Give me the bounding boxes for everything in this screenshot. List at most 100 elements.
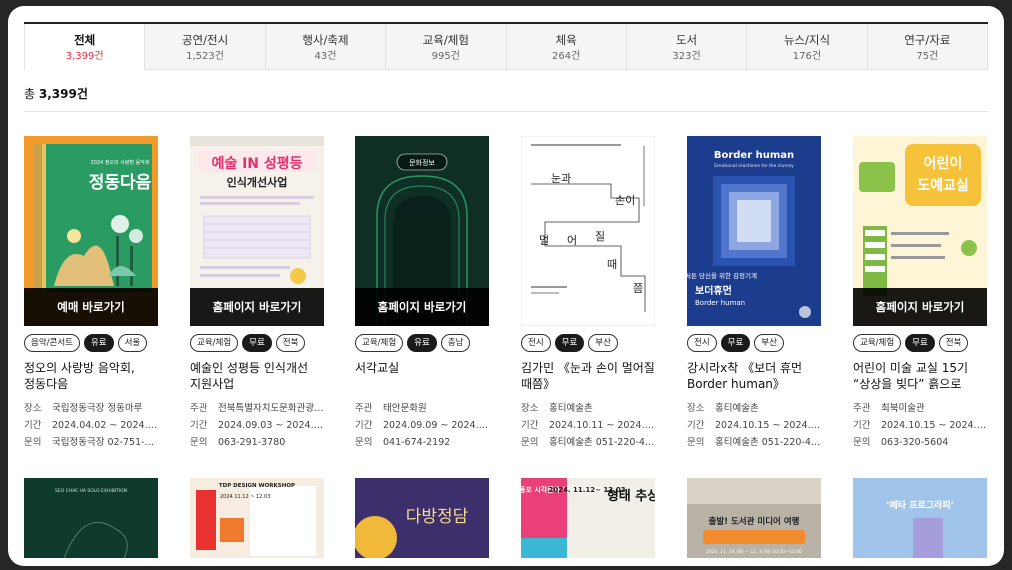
event-poster[interactable]: ‘메타 프로그라피’ [853, 478, 987, 558]
event-poster[interactable]: 2024 정오의 사랑방 음악회 정동다음 예매 바로가기 [24, 136, 158, 326]
homepage-button[interactable]: 홈페이지 바로가기 [853, 288, 987, 326]
meta-key: 문의 [853, 437, 871, 448]
poster-title: SEO CHAE HA SOLO EXHIBITION [55, 488, 127, 494]
event-meta: 장소 홍티예술촌 기간 2024.10.15 ~ 2024.12.03 문의 홍티예술… [687, 400, 822, 451]
price-tag: 무료 [905, 334, 935, 352]
event-card[interactable]: 문화정보 홈페이지 바로가기 교육/체험 유료 충남 서각교실 주관 태안문화원 … [355, 136, 490, 451]
tab-count: 264건 [552, 51, 581, 62]
tab-performance-exhibition[interactable]: 공연/전시 1,523건 [145, 24, 266, 70]
poster-image: 문화도시 영동포 시각문화 디자인 워크숍 2024. 11.12~ 12.03… [521, 478, 655, 558]
homepage-button[interactable]: 홈페이지 바로가기 [355, 288, 489, 326]
event-poster[interactable]: 출발! 도서관 미디어 여행 2024. 11. 19.(화) ~ 12. 3.… [687, 478, 821, 558]
tab-count: 3,399건 [65, 51, 104, 62]
page-content: 전체 3,399건 공연/전시 1,523건 행사/축제 43건 교육/체험 9… [24, 6, 988, 558]
poster-text-layer: 눈과 손이 멀 어 질 때 쯤 [539, 172, 643, 295]
meta-row: 주관 전북특별자치도문화관광재단 [190, 400, 325, 417]
tab-books[interactable]: 도서 323건 [626, 24, 748, 70]
event-title[interactable]: 정오의 사랑방 음악회, 정동다음 [24, 360, 159, 392]
meta-key: 기간 [853, 420, 871, 431]
tab-event-festival[interactable]: 행사/축제 43건 [265, 24, 387, 70]
event-title[interactable]: 강시라x착 《보더 휴먼 Border human》 [687, 360, 822, 392]
tag-list: 교육/체험 무료 전북 [190, 334, 325, 352]
poster-text-layer: Border human Emotional machines for the … [687, 150, 794, 307]
price-tag: 무료 [242, 334, 272, 352]
meta-row: 기간 2024.10.15 ~ 2024.12.03 [687, 417, 822, 434]
meta-value: 2024.09.03 ~ 2024.12.03 [218, 420, 325, 431]
event-poster[interactable]: SEO CHAE HA SOLO EXHIBITION [24, 478, 158, 558]
poster-image: SEO CHAE HA SOLO EXHIBITION [24, 478, 158, 558]
meta-row: 주관 최북미술관 [853, 400, 988, 417]
total-prefix: 총 [24, 87, 36, 101]
tab-education-experience[interactable]: 교육/체험 995건 [386, 24, 507, 70]
meta-row: 문의 홍티예술촌 051-220-4919 [521, 434, 656, 451]
meta-value: 2024.04.02 ~ 2024.12.03 [52, 420, 159, 431]
event-poster[interactable]: Border human Emotional machines for the … [687, 136, 821, 326]
poster-title: 예술 IN 성평등 [211, 155, 302, 172]
tab-all[interactable]: 전체 3,399건 [24, 24, 146, 70]
category-tabs: 전체 3,399건 공연/전시 1,523건 행사/축제 43건 교육/체험 9… [24, 22, 988, 70]
event-card[interactable]: 눈과 손이 멀 어 질 때 쯤 전시 무료 부산 김가민 《눈과 손이 멀어질 … [521, 136, 656, 451]
meta-row: 문의 063-291-3780 [190, 434, 325, 451]
price-tag: 무료 [720, 334, 751, 352]
meta-value: 국립정동극장 02-751-1500 [52, 437, 159, 448]
event-title[interactable]: 김가민 《눈과 손이 멀어질 때쯤》 [521, 360, 656, 392]
meta-key: 문의 [687, 437, 705, 448]
poster-subtitle: Emotional machines for the clumsy [714, 163, 794, 169]
event-card[interactable]: 예술 IN 성평등 인식개선사업 홈페이지 바로가기 교육/체험 무료 전북 예… [190, 136, 325, 451]
poster-word: 멀 [539, 234, 549, 247]
tab-sports[interactable]: 체육 264건 [506, 24, 627, 70]
meta-key: 주관 [355, 403, 373, 414]
homepage-button[interactable]: 홈페이지 바로가기 [190, 288, 324, 326]
event-poster[interactable]: 문화도시 영동포 시각문화 디자인 워크숍 2024. 11.12~ 12.03… [521, 478, 655, 558]
tab-research-materials[interactable]: 연구/자료 75건 [867, 24, 988, 70]
region-tag: 전북 [938, 334, 969, 352]
browser-frame: 전체 3,399건 공연/전시 1,523건 행사/축제 43건 교육/체험 9… [8, 6, 1004, 566]
tag-list: 교육/체험 무료 전북 [853, 334, 988, 352]
meta-row: 기간 2024.09.03 ~ 2024.12.03 [190, 417, 325, 434]
poster-subtitle: 2024 정오의 사랑방 음악회 [91, 159, 150, 166]
meta-row: 기간 2024.10.11 ~ 2024.12.03 [521, 417, 656, 434]
meta-value: 태안문화원 [383, 403, 427, 414]
event-title[interactable]: 어린이 미술 교실 15기 “상상을 빚다” 흙으로 만나는 세상 [853, 360, 988, 392]
event-poster[interactable]: 다방정담 [355, 478, 489, 558]
event-meta: 주관 최북미술관 기간 2024.10.15 ~ 2024.12.03 문의 063-… [853, 400, 988, 451]
category-tag: 교육/체험 [190, 334, 239, 352]
tag-list: 교육/체험 유료 충남 [355, 334, 490, 352]
region-tag: 전북 [275, 334, 306, 352]
event-poster[interactable]: 어린이 도예교실 홈페이지 바로가기 [853, 136, 987, 326]
poster-title: 어린이 [924, 155, 963, 172]
event-poster[interactable]: 문화정보 홈페이지 바로가기 [355, 136, 489, 326]
poster-title: Border human [714, 150, 794, 161]
meta-key: 문의 [24, 437, 42, 448]
meta-value: 063-291-3780 [218, 437, 286, 448]
tab-news-knowledge[interactable]: 뉴스/지식 176건 [747, 24, 868, 70]
poster-headline: 형태 추상 [607, 488, 655, 504]
tab-count: 1,523건 [186, 51, 224, 62]
category-tag: 전시 [687, 334, 717, 352]
meta-key: 기간 [687, 420, 705, 431]
book-ticket-button[interactable]: 예매 바로가기 [24, 288, 158, 326]
category-tag: 교육/체험 [355, 334, 404, 352]
event-card[interactable]: 어린이 도예교실 홈페이지 바로가기 교육/체험 무료 전북 어린이 미술 교실… [853, 136, 988, 451]
tag-list: 전시 무료 부산 [687, 334, 822, 352]
meta-row: 문의 홍티예술촌 051-220-4919 [687, 434, 822, 451]
tab-label: 전체 [74, 33, 96, 47]
poster-subtitle: 인식개선사업 [227, 175, 288, 189]
event-poster[interactable]: 눈과 손이 멀 어 질 때 쯤 [521, 136, 655, 326]
tab-label: 행사/축제 [302, 33, 349, 47]
region-tag: 부산 [588, 334, 618, 352]
poster-word: 손이 [615, 194, 635, 207]
meta-row: 장소 국립정동극장 정동마루 [24, 400, 159, 417]
meta-value: 041-674-2192 [383, 437, 451, 448]
event-poster[interactable]: 예술 IN 성평등 인식개선사업 홈페이지 바로가기 [190, 136, 324, 326]
event-card[interactable]: Border human Emotional machines for the … [687, 136, 822, 451]
tab-label: 뉴스/지식 [783, 33, 831, 47]
meta-row: 주관 태안문화원 [355, 400, 490, 417]
tab-label: 공연/전시 [181, 33, 229, 47]
event-poster[interactable]: TDP DESIGN WORKSHOP 2024.11.12 ~ 12.03 [190, 478, 324, 558]
event-title[interactable]: 서각교실 [355, 360, 490, 392]
event-card[interactable]: 2024 정오의 사랑방 음악회 정동다음 예매 바로가기 음악/콘서트 유료 … [24, 136, 159, 451]
event-title[interactable]: 예술인 성평등 인식개선 지원사업 [190, 360, 325, 392]
region-tag: 충남 [440, 334, 471, 352]
meta-key: 문의 [190, 437, 208, 448]
